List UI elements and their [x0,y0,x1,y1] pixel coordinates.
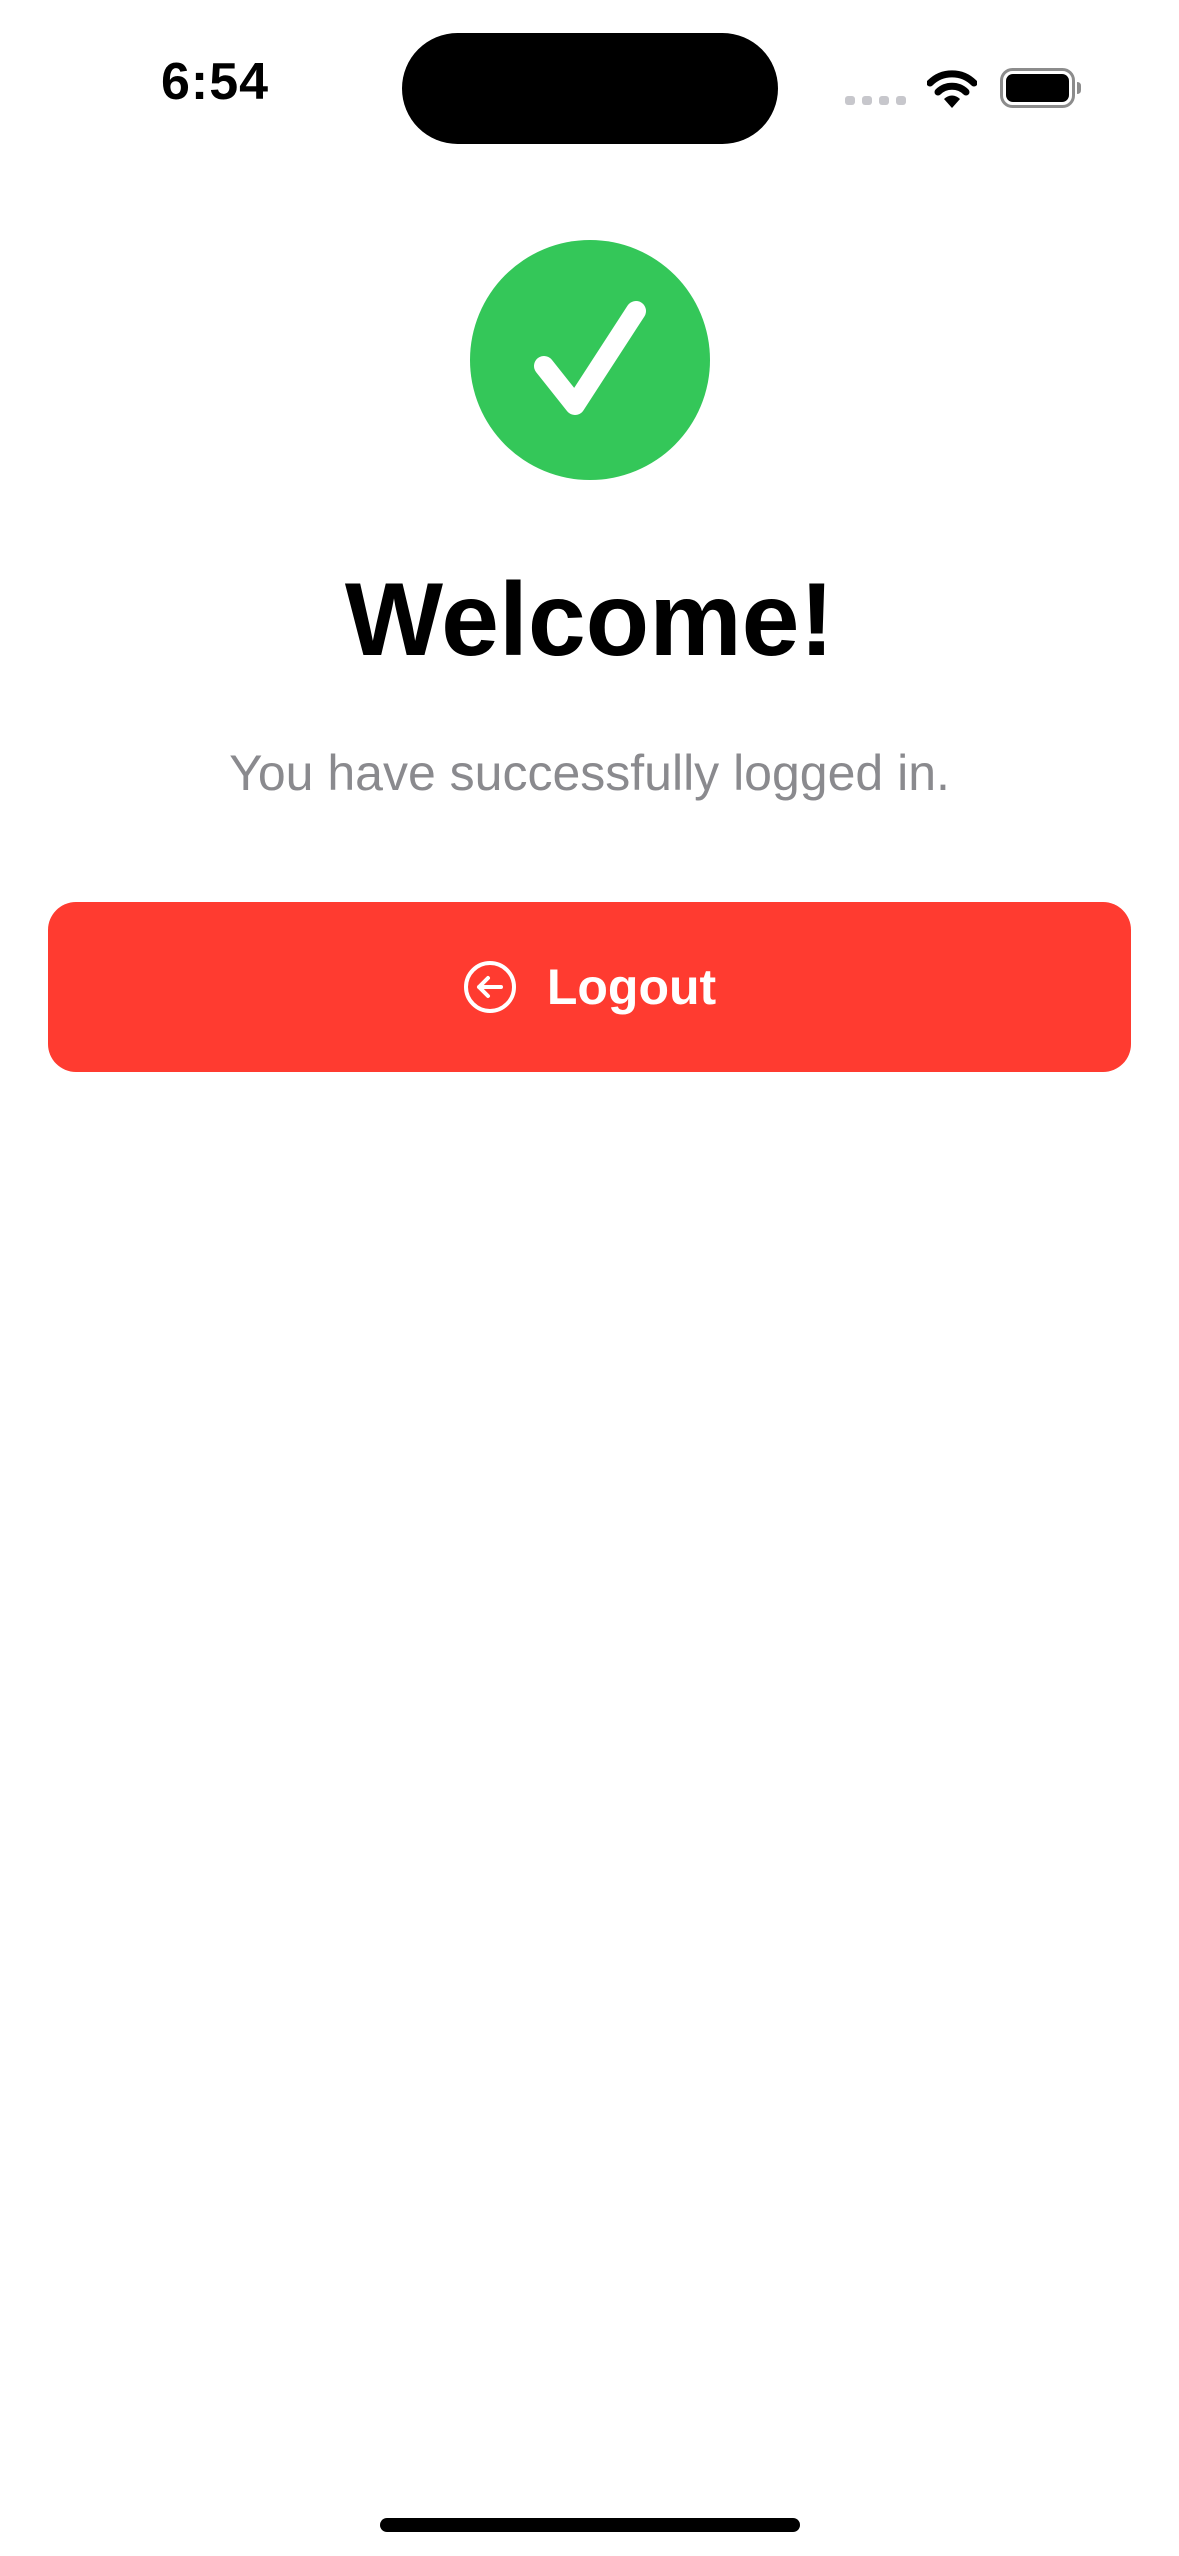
status-bar: 6:54 [0,0,1179,170]
wifi-icon [927,70,977,108]
welcome-title: Welcome! [344,562,835,678]
cellular-signal-icon [845,96,906,105]
checkmark-icon [534,301,646,415]
status-time: 6:54 [160,53,270,111]
dynamic-island [402,33,778,144]
logout-button-label: Logout [546,959,717,1015]
arrow-left-circle-icon [463,961,516,1013]
home-indicator[interactable] [380,2518,800,2532]
battery-icon [1000,68,1081,108]
logout-button[interactable]: Logout [48,902,1131,1072]
success-badge [470,240,710,480]
welcome-subtitle: You have successfully logged in. [229,745,950,801]
